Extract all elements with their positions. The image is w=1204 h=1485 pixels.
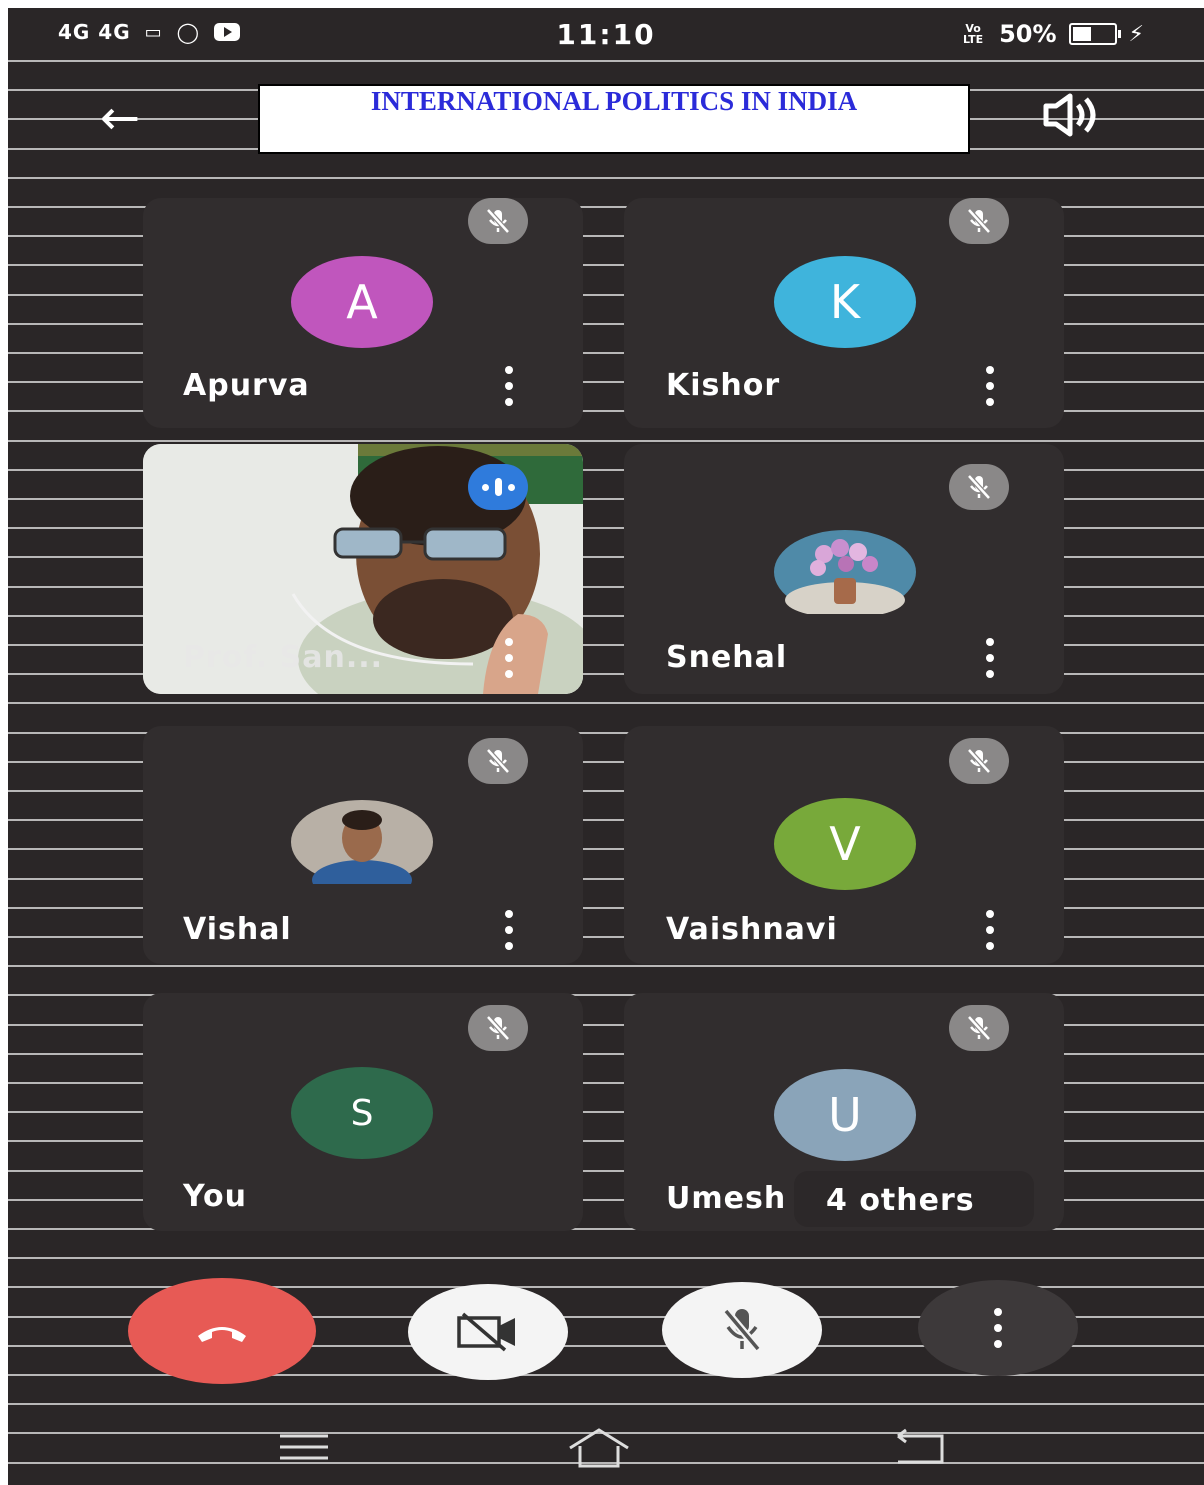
- avatar: S: [291, 1067, 433, 1159]
- participant-tile-you[interactable]: S You: [143, 993, 583, 1231]
- mic-off-icon: [722, 1308, 762, 1352]
- participant-name: Prof. San...: [183, 640, 384, 675]
- battery-percent: 50%: [999, 20, 1057, 48]
- participant-name: Vaishnavi: [666, 912, 838, 947]
- more-options-icon[interactable]: [499, 366, 519, 406]
- scan-line: [8, 440, 1204, 442]
- avatar: V: [774, 798, 916, 890]
- avatar: K: [774, 256, 916, 348]
- more-options-button[interactable]: [918, 1280, 1078, 1376]
- meeting-title: INTERNATIONAL POLITICS IN INDIA: [258, 84, 970, 154]
- more-options-icon[interactable]: [980, 366, 1000, 406]
- others-count-chip[interactable]: 4 others: [794, 1171, 1034, 1227]
- status-bar: 4G 4G ▭ ◯ 11:10 Vo LTE 50% ⚡: [8, 8, 1204, 64]
- mic-off-icon: [949, 198, 1009, 244]
- avatar: A: [291, 256, 433, 348]
- others-count-label: 4 others: [826, 1183, 975, 1218]
- participant-name: Vishal: [183, 912, 292, 947]
- participant-tile-vishal[interactable]: Vishal: [143, 726, 583, 964]
- phone-hangup-icon: [198, 1327, 246, 1342]
- charging-icon: ⚡: [1128, 21, 1144, 47]
- volte-indicator: Vo LTE: [962, 22, 984, 46]
- participant-tile-prof-san[interactable]: Prof. San...: [143, 444, 583, 694]
- mic-off-icon: [949, 464, 1009, 510]
- meeting-title-text: INTERNATIONAL POLITICS IN INDIA: [370, 86, 858, 116]
- video-off-icon: [457, 1312, 515, 1352]
- avatar: [774, 530, 916, 618]
- end-call-button[interactable]: [128, 1278, 316, 1384]
- more-options-icon[interactable]: [499, 910, 519, 950]
- avatar: U: [774, 1069, 916, 1161]
- participant-name: You: [183, 1179, 247, 1214]
- more-options-icon[interactable]: [980, 638, 1000, 678]
- nav-home-icon[interactable]: [564, 1426, 634, 1470]
- participant-name: Snehal: [666, 640, 788, 675]
- mic-off-icon: [949, 1005, 1009, 1051]
- participant-tile-kishor[interactable]: K Kishor: [624, 198, 1064, 428]
- participant-name: Umesh: [666, 1181, 787, 1216]
- nav-menu-icon[interactable]: [276, 1430, 332, 1464]
- participant-name: Apurva: [183, 368, 310, 403]
- scan-line: [8, 177, 1204, 179]
- meet-call-screen: 4G 4G ▭ ◯ 11:10 Vo LTE 50% ⚡ ← INTERNATI…: [8, 8, 1204, 1485]
- camera-toggle-button[interactable]: [408, 1284, 568, 1380]
- mic-off-icon: [468, 198, 528, 244]
- nav-back-icon[interactable]: [888, 1428, 952, 1468]
- scan-line: [8, 1257, 1204, 1259]
- mic-off-icon: [468, 738, 528, 784]
- more-vert-icon: [988, 1308, 1008, 1348]
- battery-icon: [1068, 23, 1121, 45]
- mic-toggle-button[interactable]: [662, 1282, 822, 1378]
- speaking-indicator-icon: [468, 464, 528, 510]
- participant-tile-apurva[interactable]: A Apurva: [143, 198, 583, 428]
- more-options-icon[interactable]: [499, 638, 519, 678]
- scan-line: [8, 702, 1204, 704]
- mic-off-icon: [468, 1005, 528, 1051]
- participant-name: Kishor: [666, 368, 781, 403]
- participant-tile-snehal[interactable]: Snehal: [624, 444, 1064, 694]
- mic-off-icon: [949, 738, 1009, 784]
- participant-tile-vaishnavi[interactable]: V Vaishnavi: [624, 726, 1064, 964]
- back-arrow-icon[interactable]: ←: [90, 88, 150, 148]
- speaker-icon[interactable]: [1038, 90, 1100, 140]
- scan-line: [8, 1403, 1204, 1405]
- participant-tile-others[interactable]: U Umesh 4 others: [624, 993, 1064, 1231]
- avatar: [291, 800, 433, 900]
- more-options-icon[interactable]: [980, 910, 1000, 950]
- scan-line: [8, 965, 1204, 967]
- status-right: Vo LTE 50% ⚡: [959, 20, 1144, 48]
